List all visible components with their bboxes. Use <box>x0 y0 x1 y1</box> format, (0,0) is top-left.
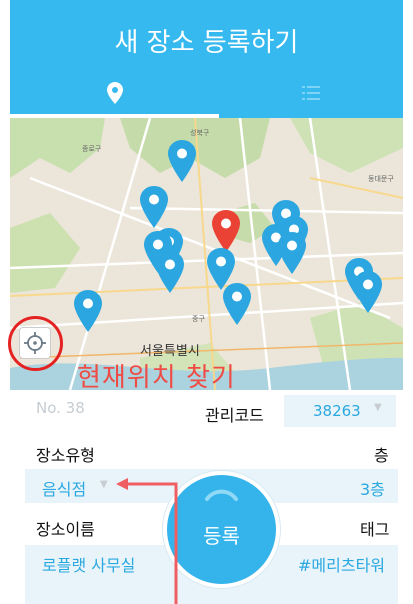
map-pin-icon[interactable] <box>223 283 251 325</box>
map-marker-icon <box>106 82 123 104</box>
district-label: 종로구 <box>82 145 102 153</box>
record-number: No. 38 <box>36 399 85 417</box>
tab-map[interactable] <box>10 70 219 118</box>
place-name-input[interactable]: 로플랫 사무실 <box>42 552 135 576</box>
management-code-field[interactable]: 38263 ▼ <box>284 395 396 427</box>
dropdown-arrow-icon: ▼ <box>374 402 382 413</box>
map-pin-icon[interactable] <box>278 232 306 274</box>
register-button[interactable]: 등록 <box>163 471 280 588</box>
tab-list[interactable] <box>219 70 403 118</box>
district-label: 동대문구 <box>368 175 394 183</box>
tag-label: 태그 <box>360 520 390 539</box>
map-pin-icon[interactable] <box>168 140 196 182</box>
floor-label: 층 <box>374 446 389 465</box>
management-code-label: 관리코드 <box>205 406 264 425</box>
list-icon <box>302 86 320 100</box>
map-pin-icon[interactable] <box>354 271 382 313</box>
place-name-label: 장소이름 <box>36 520 95 539</box>
map-pin-red-icon[interactable] <box>212 210 240 252</box>
page-title: 새 장소 등록하기 <box>114 28 299 58</box>
annotation-locate-text: 현재위치 찾기 <box>77 363 236 393</box>
app-header: 새 장소 등록하기 <box>10 0 403 118</box>
annotation-circle <box>8 316 63 371</box>
map-pin-icon[interactable] <box>74 290 102 332</box>
district-label: 중구 <box>192 315 205 323</box>
map-pin-icon[interactable] <box>156 251 184 293</box>
place-type-label: 장소유형 <box>36 446 95 465</box>
management-code-value: 38263 <box>313 402 361 420</box>
place-type-value[interactable]: 음식점 <box>42 476 86 500</box>
map-view[interactable]: 종로구 성북구 동대문구 중구 서울특별시 <box>10 118 403 390</box>
tag-input[interactable]: #메리츠타워 <box>298 552 385 576</box>
map-pin-icon[interactable] <box>140 186 168 228</box>
district-label: 성북구 <box>190 129 210 137</box>
floor-value[interactable]: 3층 <box>360 476 385 500</box>
register-button-label: 등록 <box>203 524 240 548</box>
dropdown-arrow-icon[interactable]: ▼ <box>100 479 108 490</box>
